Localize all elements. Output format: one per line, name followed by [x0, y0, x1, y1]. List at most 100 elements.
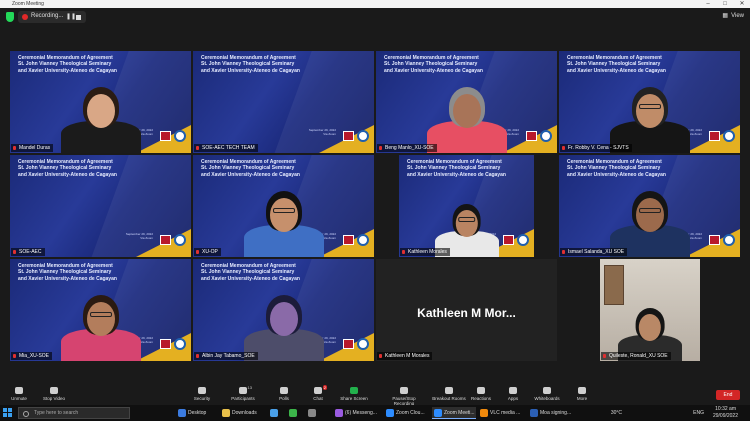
participant-tile[interactable]: Ceremonial Memorandum of Agreement St. Jo…	[376, 51, 557, 153]
participant-face	[269, 198, 298, 232]
toolbar-recording-button[interactable]: Pause/Stop Recording	[384, 387, 424, 406]
toolbar-polls-button[interactable]: Polls	[269, 387, 299, 401]
microphone-muted-icon	[15, 387, 23, 394]
participant-video	[422, 73, 512, 153]
toolbar-apps-button[interactable]: Apps	[498, 387, 528, 401]
toolbar-shield-button[interactable]: Security	[187, 387, 217, 401]
toolbar-participants-button[interactable]: Participants 13	[228, 385, 258, 401]
toolbar-whiteboard-button[interactable]: Whiteboards	[532, 387, 562, 401]
slide-title: Ceremonial Memorandum of Agreement St. Jo…	[201, 55, 337, 74]
taskbar-app-label: Moa signing...	[540, 410, 572, 416]
apps-label: Apps	[507, 396, 519, 401]
slide-date: September 29, 2022 Via Zoom	[125, 232, 153, 240]
app-icon	[335, 409, 343, 417]
taskbar-app[interactable]	[268, 407, 286, 419]
stop-recording-icon[interactable]	[76, 15, 81, 20]
slide-date: September 29, 2022 Via Zoom	[308, 128, 336, 136]
participant-name-label: Mia_XU-SOE	[11, 352, 53, 360]
participant-tile[interactable]: Ceremonial Memorandum of Agreement St. Jo…	[10, 155, 191, 257]
participant-tile[interactable]: Kathleen M Mor... Kathleen M Morales	[376, 259, 557, 361]
taskbar-app[interactable]: Desktop	[176, 407, 218, 419]
seminary-seal-icon	[343, 131, 354, 141]
maximize-icon[interactable]: □	[717, 0, 733, 8]
taskbar-app[interactable]: Zoom Meeti...	[432, 407, 476, 419]
breakout-rooms-label: Breakout Rooms	[432, 396, 466, 401]
seminary-seal-icon	[160, 339, 171, 349]
participant-tile[interactable]: Quileste, Ronald_XU SOE	[600, 259, 700, 361]
clock-date: 29/09/2022	[712, 413, 738, 419]
seminary-seal-icon	[526, 131, 537, 141]
grid-view-icon: ▦	[722, 13, 729, 19]
windows-start-icon[interactable]	[3, 408, 13, 418]
participant-big-name: Kathleen M Mor...	[417, 306, 516, 320]
minimize-icon[interactable]: –	[700, 0, 716, 8]
view-label: View	[731, 13, 744, 19]
app-icon	[270, 409, 278, 417]
taskbar-app-label: VLC media ...	[490, 410, 521, 416]
participant-tile[interactable]: Ceremonial Memorandum of Agreement St. Jo…	[193, 259, 374, 361]
video-camera-icon	[50, 387, 58, 394]
badge: 13	[247, 385, 252, 390]
participant-tile[interactable]: Ceremonial Memorandum of Agreement St. Jo…	[559, 155, 740, 257]
glasses-icon	[638, 104, 661, 109]
toolbar-microphone-muted-button[interactable]: Unmute	[4, 387, 34, 401]
microphone-muted-label: Unmute	[11, 396, 27, 401]
university-seal-icon	[357, 130, 369, 142]
taskbar-app[interactable]: (6) Messeng...	[333, 407, 381, 419]
university-seal-icon	[540, 130, 552, 142]
participant-tile[interactable]: Ceremonial Memorandum of Agreement St. Jo…	[559, 51, 740, 153]
chat-icon	[314, 387, 322, 394]
seminary-seal-icon	[709, 131, 720, 141]
taskbar-search-box[interactable]: Type here to search	[18, 407, 130, 419]
taskbar-app[interactable]: Downloads	[220, 407, 266, 419]
participant-tile[interactable]: Ceremonial Memorandum of Agreement St. Jo…	[193, 155, 374, 257]
participant-video	[605, 73, 695, 153]
security-shield-icon[interactable]	[6, 12, 14, 22]
taskbar-app-label: Desktop	[188, 410, 207, 416]
meeting-toolbar: Unmute Stop Video Security Participants 13 Po…	[0, 383, 750, 406]
toolbar-reactions-button[interactable]: Reactions	[466, 387, 496, 401]
toolbar-chat-button[interactable]: Chat 2	[303, 385, 333, 401]
participant-face	[86, 94, 115, 128]
weather-label: 30°C	[610, 410, 622, 416]
taskbar-app[interactable]: VLC media ...	[478, 407, 526, 419]
participant-tile[interactable]: Ceremonial Memorandum of Agreement St. Jo…	[399, 155, 534, 257]
slide-title: Ceremonial Memorandum of Agreement St. Jo…	[567, 55, 703, 74]
close-icon[interactable]: ✕	[734, 0, 750, 8]
taskbar-app[interactable]: Moa signing...	[528, 407, 572, 419]
shield-icon	[198, 387, 206, 394]
language-label: ENG	[693, 410, 704, 416]
toolbar-breakout-rooms-button[interactable]: Breakout Rooms	[430, 387, 468, 401]
taskbar-app-label: Zoom Clou...	[396, 410, 425, 416]
app-icon	[222, 409, 230, 417]
university-seal-icon	[174, 338, 186, 350]
taskbar-app[interactable]	[287, 407, 305, 419]
slide-title-line: and Xavier University-Ateneo de Cagayan	[18, 171, 117, 178]
share-screen-icon	[350, 387, 358, 394]
participant-name-label: Quileste, Ronald_XU SOE	[601, 352, 671, 360]
university-seal-icon	[723, 130, 735, 142]
taskbar-app[interactable]	[306, 407, 330, 419]
toolbar-share-screen-button[interactable]: Share Screen	[339, 387, 369, 401]
participant-tile[interactable]: Ceremonial Memorandum of Agreement St. Jo…	[10, 259, 191, 361]
windows-taskbar: Type here to search Desktop Downloads (6) …	[0, 405, 750, 421]
breakout-rooms-icon	[445, 387, 453, 394]
participant-tile[interactable]: Ceremonial Memorandum of Agreement St. Jo…	[193, 51, 374, 153]
end-meeting-button[interactable]: End	[716, 390, 740, 400]
pause-recording-icon[interactable]: ❚❚	[66, 13, 76, 20]
participant-tile[interactable]: Ceremonial Memorandum of Agreement St. Jo…	[10, 51, 191, 153]
taskbar-app[interactable]: Zoom Clou...	[384, 407, 430, 419]
view-button[interactable]: ▦ View	[722, 12, 744, 19]
participant-video	[605, 177, 695, 257]
meeting-topbar	[0, 8, 750, 28]
share-screen-label: Share Screen	[340, 396, 368, 401]
window-titlebar: Zoom Meeting – □ ✕	[0, 0, 750, 8]
polls-icon	[280, 387, 288, 394]
participant-name-label: SOE-AEC	[11, 248, 45, 256]
toolbar-video-camera-button[interactable]: Stop Video	[39, 387, 69, 401]
app-icon	[480, 409, 488, 417]
toolbar-more-button[interactable]: More	[567, 387, 597, 401]
taskbar-app-label: (6) Messeng...	[345, 410, 377, 416]
whiteboard-label: Whiteboards	[534, 396, 560, 401]
slide-title: Ceremonial Memorandum of Agreement St. Jo…	[384, 55, 520, 74]
